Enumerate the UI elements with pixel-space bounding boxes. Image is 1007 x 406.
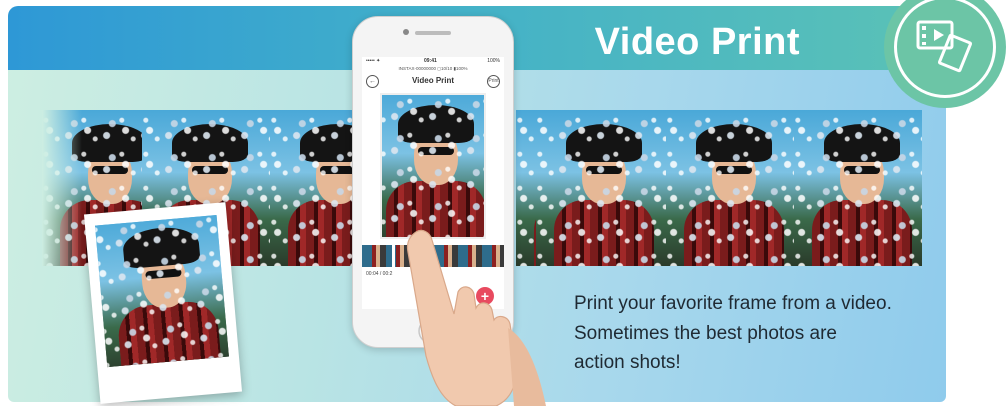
print-photo xyxy=(94,214,229,368)
film-frame xyxy=(270,110,354,266)
hand-pointer-icon xyxy=(406,229,546,406)
frame-preview xyxy=(380,93,486,239)
status-carrier: ••••• ✦ xyxy=(366,58,381,64)
film-frame xyxy=(794,110,922,266)
video-print-icon xyxy=(916,20,973,73)
status-time: 09:41 xyxy=(424,58,437,64)
timecode: 00:04 / 00:2 xyxy=(366,271,393,277)
film-frame xyxy=(666,110,796,266)
phone-camera xyxy=(403,29,409,35)
timeline-scrubber[interactable] xyxy=(392,243,395,269)
page-title: Video Print xyxy=(594,21,800,63)
caption-line: Print your favorite frame from a video. xyxy=(574,293,892,314)
print-button[interactable]: Print xyxy=(487,75,500,88)
strip-fade xyxy=(42,110,82,266)
phone-speaker xyxy=(415,31,451,35)
film-strip-right xyxy=(516,110,922,266)
status-battery: 100% xyxy=(487,58,500,64)
caption-line: Sometimes the best photos are xyxy=(574,322,837,344)
preview-image xyxy=(382,95,484,237)
caption-line: action shots! xyxy=(574,352,681,373)
print-icon: Print xyxy=(488,78,499,84)
instax-print xyxy=(83,202,243,404)
app-topbar: ← Video Print Print xyxy=(362,73,504,91)
screen-title: Video Print xyxy=(411,76,455,85)
device-info: INSTAX-00000000 ◻10/10 ▮100% xyxy=(398,66,468,71)
feature-caption: Print your favorite frame from a video. … xyxy=(574,289,934,378)
